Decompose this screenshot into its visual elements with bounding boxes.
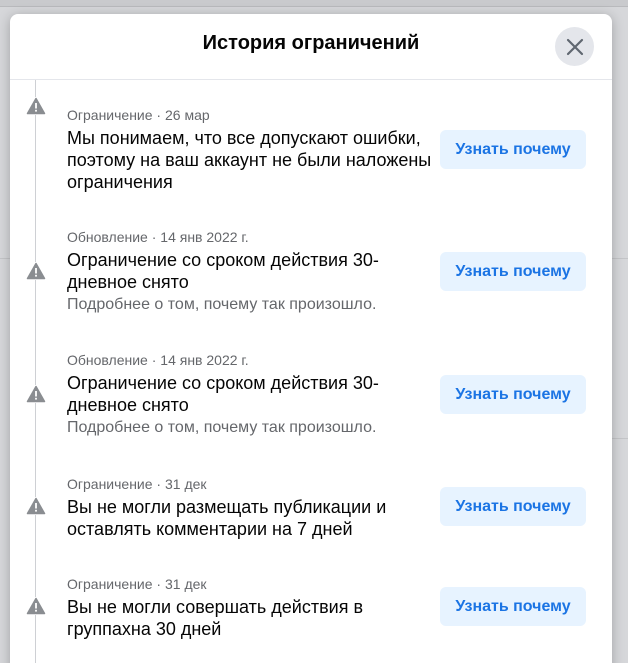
warning-triangle-icon — [26, 262, 46, 280]
warning-triangle-icon — [26, 497, 46, 515]
entry-title: Мы понимаем, что все допускают ошибки, п… — [67, 128, 432, 192]
entry-title: Вы не могли совершать действия в группах… — [67, 597, 364, 639]
entry-meta: Ограничение · 31 дек — [67, 476, 207, 492]
background-topbar — [0, 0, 628, 7]
entry-subtitle: Подробнее о том, почему так произошло. — [67, 296, 377, 313]
warning-triangle-icon — [26, 597, 46, 615]
dialog-title: История ограничений — [202, 32, 420, 54]
background-divider — [612, 438, 628, 439]
entry-subtitle: Подробнее о том, почему так произошло. — [67, 419, 377, 436]
entry-title: Вы не могли размещать публикации и остав… — [67, 497, 387, 539]
entry-title: Ограничение со сроком действия 30-дневно… — [67, 250, 379, 292]
learn-why-button[interactable]: Узнать почему — [440, 252, 586, 291]
entry-meta: Обновление · 14 янв 2022 г. — [67, 229, 249, 245]
close-button[interactable] — [555, 27, 594, 66]
entry-meta: Ограничение · 31 дек — [67, 576, 207, 592]
learn-why-button[interactable]: Узнать почему — [440, 130, 586, 169]
restriction-history-dialog: История ограничений Ограничение · 26 мар… — [10, 14, 612, 663]
background-divider — [0, 258, 10, 259]
close-icon — [566, 38, 584, 56]
learn-why-button[interactable]: Узнать почему — [440, 487, 586, 526]
learn-why-button[interactable]: Узнать почему — [440, 375, 586, 414]
warning-triangle-icon — [26, 97, 46, 115]
warning-triangle-icon — [26, 385, 46, 403]
learn-why-button[interactable]: Узнать почему — [440, 587, 586, 626]
entry-title: Ограничение со сроком действия 30-дневно… — [67, 373, 379, 415]
timeline-line — [35, 80, 36, 663]
entry-meta: Обновление · 14 янв 2022 г. — [67, 352, 249, 368]
entry-meta: Ограничение · 26 мар — [67, 107, 210, 123]
dialog-header: История ограничений — [10, 14, 612, 80]
background-divider — [612, 258, 628, 259]
